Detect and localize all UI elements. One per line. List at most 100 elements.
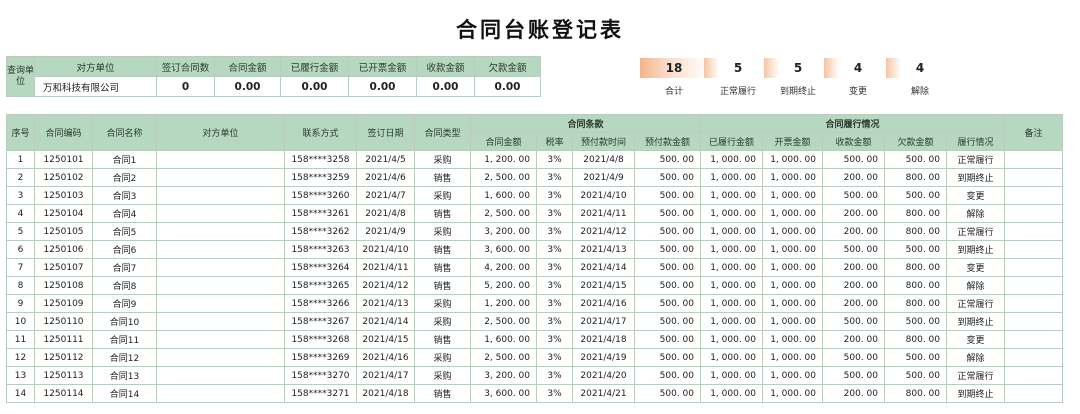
cell-invoiced[interactable]: 1, 000. 00 [762, 258, 823, 277]
cell-type[interactable]: 采购 [414, 186, 471, 205]
cell-owed[interactable]: 500. 00 [884, 348, 947, 367]
cell-status[interactable]: 正常履行 [946, 366, 1005, 385]
cell-status[interactable]: 解除 [946, 276, 1005, 295]
cell-invoiced[interactable]: 1, 000. 00 [762, 186, 823, 205]
cell-remark[interactable] [1004, 366, 1063, 385]
cell-owed[interactable]: 800. 00 [884, 168, 947, 187]
cell-code[interactable]: 1250105 [34, 222, 93, 241]
cell-owed[interactable]: 800. 00 [884, 204, 947, 223]
cell-prepay-amount[interactable]: 500. 00 [634, 366, 701, 385]
cell-contract-amount[interactable]: 3, 200. 00 [470, 366, 537, 385]
cell-name[interactable]: 合同12 [92, 348, 157, 367]
cell-name[interactable]: 合同11 [92, 330, 157, 349]
cell-party[interactable] [156, 204, 285, 223]
cell-tax-rate[interactable]: 3% [536, 366, 573, 385]
cell-name[interactable]: 合同1 [92, 150, 157, 169]
cell-tax-rate[interactable]: 3% [536, 294, 573, 313]
cell-seq[interactable]: 13 [6, 366, 35, 385]
cell-code[interactable]: 1250109 [34, 294, 93, 313]
cell-contact[interactable]: 158****3261 [284, 204, 357, 223]
cell-seq[interactable]: 7 [6, 258, 35, 277]
cell-date[interactable]: 2021/4/15 [356, 330, 415, 349]
cell-seq[interactable]: 1 [6, 150, 35, 169]
cell-status[interactable]: 变更 [946, 258, 1005, 277]
cell-invoiced[interactable]: 1, 000. 00 [762, 294, 823, 313]
cell-invoiced[interactable]: 1, 000. 00 [762, 384, 823, 403]
cell-prepay-date[interactable]: 2021/4/20 [572, 366, 635, 385]
cell-tax-rate[interactable]: 3% [536, 276, 573, 295]
cell-contract-amount[interactable]: 1, 600. 00 [470, 330, 537, 349]
cell-remark[interactable] [1004, 348, 1063, 367]
cell-contact[interactable]: 158****3262 [284, 222, 357, 241]
cell-contract-amount[interactable]: 3, 200. 00 [470, 222, 537, 241]
cell-tax-rate[interactable]: 3% [536, 348, 573, 367]
cell-received[interactable]: 200. 00 [822, 168, 885, 187]
cell-contact[interactable]: 158****3264 [284, 258, 357, 277]
cell-prepay-date[interactable]: 2021/4/17 [572, 312, 635, 331]
cell-performed[interactable]: 1, 000. 00 [700, 258, 763, 277]
cell-performed[interactable]: 1, 000. 00 [700, 186, 763, 205]
cell-owed[interactable]: 800. 00 [884, 330, 947, 349]
cell-received[interactable]: 200. 00 [822, 294, 885, 313]
cell-name[interactable]: 合同5 [92, 222, 157, 241]
cell-performed[interactable]: 1, 000. 00 [700, 294, 763, 313]
cell-contract-amount[interactable]: 2, 500. 00 [470, 348, 537, 367]
cell-prepay-date[interactable]: 2021/4/18 [572, 330, 635, 349]
cell-date[interactable]: 2021/4/10 [356, 240, 415, 259]
cell-contract-amount[interactable]: 1, 200. 00 [470, 294, 537, 313]
cell-type[interactable]: 销售 [414, 168, 471, 187]
cell-performed[interactable]: 1, 000. 00 [700, 168, 763, 187]
cell-prepay-date[interactable]: 2021/4/12 [572, 222, 635, 241]
cell-owed[interactable]: 800. 00 [884, 258, 947, 277]
cell-status[interactable]: 到期终止 [946, 168, 1005, 187]
cell-seq[interactable]: 3 [6, 186, 35, 205]
query-unit-select[interactable]: 万和科技有限公司 [34, 76, 157, 97]
cell-seq[interactable]: 10 [6, 312, 35, 331]
cell-remark[interactable] [1004, 330, 1063, 349]
cell-tax-rate[interactable]: 3% [536, 222, 573, 241]
cell-invoiced[interactable]: 1, 000. 00 [762, 240, 823, 259]
cell-prepay-date[interactable]: 2021/4/15 [572, 276, 635, 295]
cell-code[interactable]: 1250111 [34, 330, 93, 349]
cell-status[interactable]: 正常履行 [946, 150, 1005, 169]
cell-tax-rate[interactable]: 3% [536, 204, 573, 223]
cell-remark[interactable] [1004, 294, 1063, 313]
cell-received[interactable]: 500. 00 [822, 348, 885, 367]
cell-date[interactable]: 2021/4/6 [356, 168, 415, 187]
cell-remark[interactable] [1004, 186, 1063, 205]
cell-status[interactable]: 变更 [946, 186, 1005, 205]
cell-remark[interactable] [1004, 204, 1063, 223]
cell-date[interactable]: 2021/4/17 [356, 366, 415, 385]
cell-prepay-amount[interactable]: 500. 00 [634, 150, 701, 169]
cell-tax-rate[interactable]: 3% [536, 150, 573, 169]
cell-name[interactable]: 合同4 [92, 204, 157, 223]
cell-seq[interactable]: 14 [6, 384, 35, 403]
cell-contact[interactable]: 158****3258 [284, 150, 357, 169]
cell-party[interactable] [156, 150, 285, 169]
cell-owed[interactable]: 800. 00 [884, 222, 947, 241]
cell-prepay-date[interactable]: 2021/4/13 [572, 240, 635, 259]
cell-seq[interactable]: 5 [6, 222, 35, 241]
cell-type[interactable]: 采购 [414, 366, 471, 385]
cell-owed[interactable]: 800. 00 [884, 294, 947, 313]
cell-prepay-amount[interactable]: 500. 00 [634, 240, 701, 259]
cell-owed[interactable]: 500. 00 [884, 312, 947, 331]
cell-type[interactable]: 采购 [414, 150, 471, 169]
cell-owed[interactable]: 500. 00 [884, 186, 947, 205]
cell-code[interactable]: 1250110 [34, 312, 93, 331]
cell-prepay-date[interactable]: 2021/4/9 [572, 168, 635, 187]
cell-performed[interactable]: 1, 000. 00 [700, 150, 763, 169]
cell-status[interactable]: 解除 [946, 204, 1005, 223]
cell-contact[interactable]: 158****3259 [284, 168, 357, 187]
cell-status[interactable]: 到期终止 [946, 384, 1005, 403]
cell-type[interactable]: 销售 [414, 240, 471, 259]
cell-invoiced[interactable]: 1, 000. 00 [762, 330, 823, 349]
cell-remark[interactable] [1004, 168, 1063, 187]
cell-tax-rate[interactable]: 3% [536, 312, 573, 331]
cell-prepay-amount[interactable]: 500. 00 [634, 384, 701, 403]
cell-contact[interactable]: 158****3269 [284, 348, 357, 367]
cell-invoiced[interactable]: 1, 000. 00 [762, 204, 823, 223]
cell-code[interactable]: 1250114 [34, 384, 93, 403]
cell-status[interactable]: 正常履行 [946, 294, 1005, 313]
cell-invoiced[interactable]: 1, 000. 00 [762, 312, 823, 331]
